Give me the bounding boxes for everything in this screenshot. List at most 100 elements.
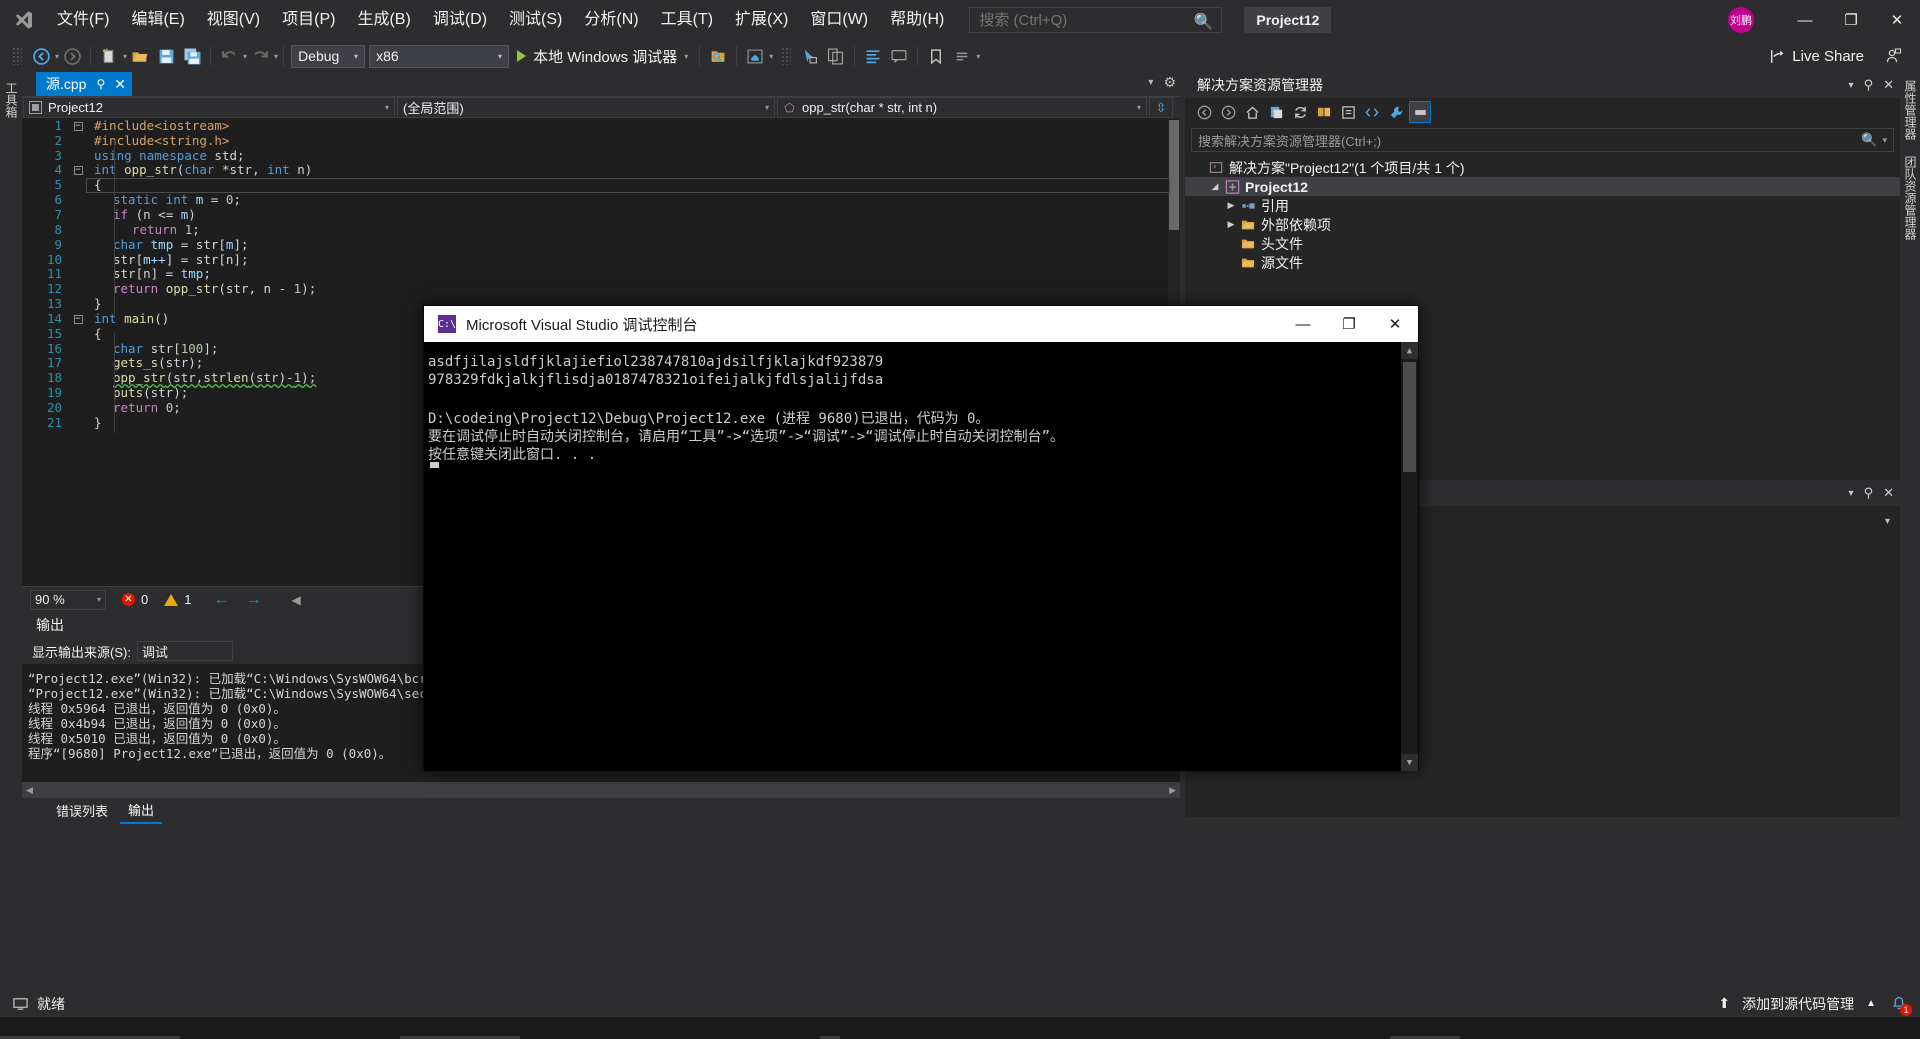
code-line[interactable]: 11 str[n] = tmp; xyxy=(22,266,1180,281)
tree-node[interactable]: 解决方案"Project12"(1 个项目/共 1 个) xyxy=(1185,158,1900,177)
close-icon[interactable]: ✕ xyxy=(1883,77,1894,93)
notification-bell[interactable]: 1 xyxy=(1888,994,1912,1016)
refresh-icon[interactable] xyxy=(1289,101,1311,123)
forward-arrow-icon[interactable] xyxy=(60,44,84,68)
nav-scope-combo[interactable]: (全局范围) ▾ xyxy=(397,97,775,118)
console-minimize-button[interactable]: — xyxy=(1280,306,1326,342)
home-icon[interactable] xyxy=(1241,101,1263,123)
collapse-all-icon[interactable] xyxy=(1265,101,1287,123)
nav-project-combo[interactable]: Project12 ▾ xyxy=(23,97,395,118)
avatar[interactable]: 刘鹏 xyxy=(1728,7,1754,33)
debug-console-window[interactable]: C:\ Microsoft Visual Studio 调试控制台 — ❐ ✕ … xyxy=(423,305,1419,771)
save-all-icon[interactable] xyxy=(180,44,204,68)
back-arrow-icon[interactable] xyxy=(1193,101,1215,123)
menu-item-debug[interactable]: 调试(D) xyxy=(422,4,498,36)
show-all-files-icon[interactable] xyxy=(1313,101,1335,123)
split-view-button[interactable]: ⇳ xyxy=(1149,97,1173,118)
chevron-down-icon[interactable]: ▾ xyxy=(1148,77,1153,88)
redo-dropdown-icon[interactable]: ▾ xyxy=(274,52,278,61)
toolbar-overflow-icon[interactable]: ▾ xyxy=(976,52,980,61)
search-icon[interactable]: 🔍 xyxy=(1861,132,1877,148)
scroll-up-icon[interactable]: ▲ xyxy=(1401,342,1418,359)
tab-output[interactable]: 输出 xyxy=(120,797,163,824)
scroll-down-icon[interactable]: ▼ xyxy=(1401,754,1418,771)
code-line[interactable]: 7 if (n <= m) xyxy=(22,207,1180,222)
redo-icon[interactable] xyxy=(248,44,272,68)
sidebar-item-property-manager[interactable]: 属性管理器 xyxy=(1900,72,1920,148)
fold-collapse-icon[interactable]: − xyxy=(70,120,86,131)
horizontal-scrollbar[interactable]: ◀ xyxy=(291,593,300,607)
toolbar-grip-2[interactable] xyxy=(781,47,792,65)
bookmark-icon[interactable] xyxy=(924,44,948,68)
editor-scrollbar-thumb[interactable] xyxy=(1169,120,1179,230)
designer-view-icon[interactable] xyxy=(1409,101,1431,123)
copy-window-icon[interactable] xyxy=(824,44,848,68)
back-arrow-icon[interactable] xyxy=(29,44,53,68)
pin-icon[interactable]: ⚲ xyxy=(1864,77,1874,93)
pin-icon[interactable]: ⚲ xyxy=(1864,485,1874,501)
attach-to-process-icon[interactable] xyxy=(706,44,730,68)
open-folder-icon[interactable] xyxy=(128,44,152,68)
upload-icon[interactable]: ⬆ xyxy=(1718,995,1730,1012)
code-view-icon[interactable] xyxy=(1361,101,1383,123)
live-share-button[interactable]: Live Share xyxy=(1768,40,1864,72)
menu-item-tools[interactable]: 工具(T) xyxy=(650,4,724,36)
menu-item-window[interactable]: 窗口(W) xyxy=(799,4,879,36)
expand-toolbar-icon[interactable] xyxy=(950,44,974,68)
arrow-right-icon[interactable]: → xyxy=(245,591,261,609)
quick-launch-search[interactable]: 🔍 xyxy=(969,7,1223,33)
code-line[interactable]: 8 return 1; xyxy=(22,222,1180,237)
start-debugging-button[interactable]: 本地 Windows 调试器 ▾ xyxy=(511,44,694,68)
home-dropdown-icon[interactable]: ▾ xyxy=(769,52,773,61)
code-line[interactable]: 10 str[m++] = str[n]; xyxy=(22,252,1180,267)
minimize-button[interactable]: — xyxy=(1782,0,1828,40)
menu-item-test[interactable]: 测试(S) xyxy=(498,4,573,36)
home-window-icon[interactable] xyxy=(743,44,767,68)
output-source-combo[interactable]: 调试 xyxy=(136,641,233,661)
code-line[interactable]: 6 static int m = 0; xyxy=(22,192,1180,207)
live-share-person-icon[interactable] xyxy=(1870,40,1916,72)
save-icon[interactable] xyxy=(154,44,178,68)
tree-node[interactable]: ▶ 外部依赖项 xyxy=(1185,215,1900,234)
menu-item-file[interactable]: 文件(F) xyxy=(46,4,120,36)
nav-member-combo[interactable]: ⬠ opp_str(char * str, int n) ▾ xyxy=(777,97,1147,118)
undo-dropdown-icon[interactable]: ▾ xyxy=(243,52,247,61)
console-scrollbar-thumb[interactable] xyxy=(1403,362,1416,472)
menu-item-edit[interactable]: 编辑(E) xyxy=(120,4,195,36)
output-horizontal-scrollbar[interactable]: ◀ ▶ xyxy=(22,782,1180,798)
warning-count-item[interactable]: 1 xyxy=(164,592,191,607)
search-input[interactable] xyxy=(970,11,1183,29)
forward-arrow-icon[interactable] xyxy=(1217,101,1239,123)
menu-item-build[interactable]: 生成(B) xyxy=(346,4,421,36)
close-icon[interactable]: ✕ xyxy=(1883,485,1894,501)
close-button[interactable]: ✕ xyxy=(1874,0,1920,40)
tree-node[interactable]: ▶ 引用 xyxy=(1185,196,1900,215)
platform-combo[interactable]: x86 ▾ xyxy=(369,44,510,68)
align-icon[interactable] xyxy=(861,44,885,68)
close-icon[interactable]: ✕ xyxy=(114,76,126,93)
sidebar-item-toolbox[interactable]: 工具箱 xyxy=(0,72,23,128)
tree-node[interactable]: 源文件 xyxy=(1185,253,1900,272)
back-dropdown-icon[interactable]: ▾ xyxy=(55,52,59,61)
chevron-down-icon[interactable]: ▾ xyxy=(1849,488,1854,499)
source-control-label[interactable]: 添加到源代码管理 xyxy=(1742,994,1854,1014)
pointer-select-icon[interactable] xyxy=(798,44,822,68)
menu-item-analyze[interactable]: 分析(N) xyxy=(573,4,649,36)
menu-item-extensions[interactable]: 扩展(X) xyxy=(724,4,799,36)
chevron-down-icon[interactable]: ▾ xyxy=(1849,80,1854,91)
chevron-right-icon[interactable]: ▶ xyxy=(1223,200,1239,211)
chevron-down-icon[interactable]: ▾ xyxy=(1885,516,1890,527)
properties-icon[interactable] xyxy=(1337,101,1359,123)
chevron-down-icon[interactable]: ▾ xyxy=(1882,135,1887,146)
chevron-down-icon[interactable]: ◢ xyxy=(1207,181,1223,192)
new-item-dropdown-icon[interactable]: ▾ xyxy=(123,52,127,61)
gear-icon[interactable]: ⚙ xyxy=(1163,74,1176,91)
console-close-button[interactable]: ✕ xyxy=(1372,306,1418,342)
code-line[interactable]: 3 using namespace std; xyxy=(22,148,1180,163)
console-scrollbar[interactable]: ▲ ▼ xyxy=(1401,342,1418,771)
tab-error-list[interactable]: 错误列表 xyxy=(48,798,116,823)
code-line[interactable]: 9 char tmp = str[m]; xyxy=(22,237,1180,252)
solution-tree[interactable]: 解决方案"Project12"(1 个项目/共 1 个) ◢ Project12 ▶ 引… xyxy=(1185,154,1900,272)
menu-item-project[interactable]: 项目(P) xyxy=(271,4,346,36)
chevron-right-icon[interactable]: ▶ xyxy=(1223,219,1239,230)
